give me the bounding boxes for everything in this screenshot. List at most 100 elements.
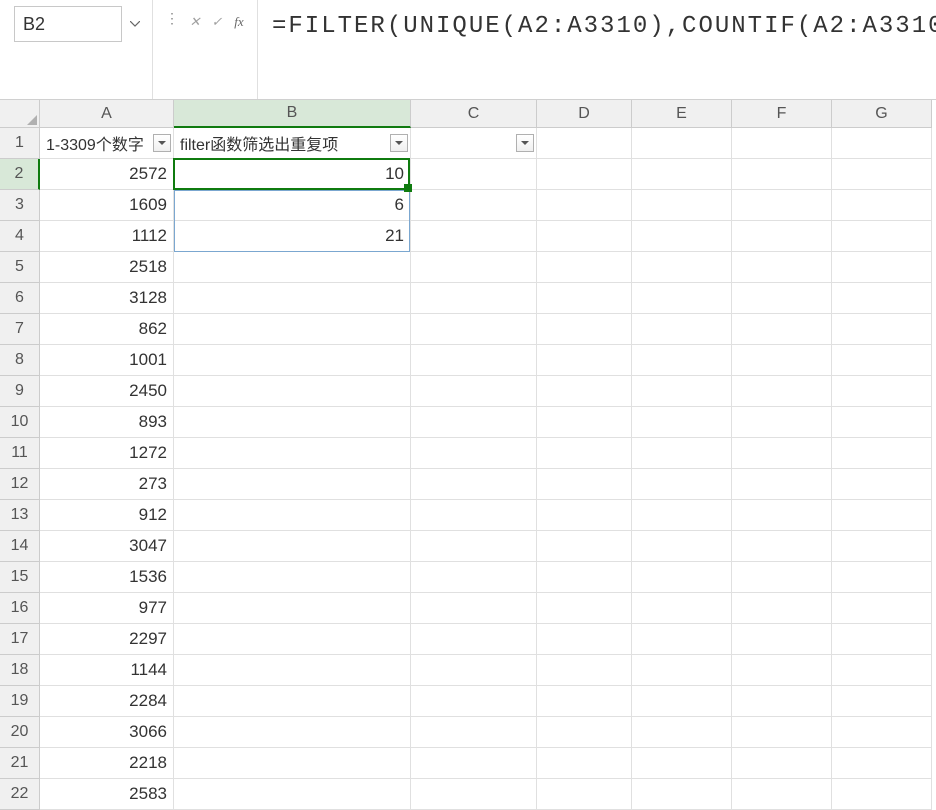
row-header-20[interactable]: 20 xyxy=(0,717,40,748)
cell-A1[interactable]: 1-3309个数字 xyxy=(40,128,174,159)
cell-E21[interactable] xyxy=(632,748,732,779)
cell-C9[interactable] xyxy=(411,376,537,407)
cell-D14[interactable] xyxy=(537,531,632,562)
cell-B12[interactable] xyxy=(174,469,411,500)
cell-B1[interactable]: filter函数筛选出重复项 xyxy=(174,128,411,159)
cell-B13[interactable] xyxy=(174,500,411,531)
cell-A4[interactable]: 1112 xyxy=(40,221,174,252)
cell-E18[interactable] xyxy=(632,655,732,686)
row-header-10[interactable]: 10 xyxy=(0,407,40,438)
col-header-A[interactable]: A xyxy=(40,100,174,128)
cell-C12[interactable] xyxy=(411,469,537,500)
cell-G6[interactable] xyxy=(832,283,932,314)
cell-E10[interactable] xyxy=(632,407,732,438)
cell-C3[interactable] xyxy=(411,190,537,221)
cell-D3[interactable] xyxy=(537,190,632,221)
cell-D13[interactable] xyxy=(537,500,632,531)
cell-D18[interactable] xyxy=(537,655,632,686)
cell-F16[interactable] xyxy=(732,593,832,624)
cell-A22[interactable]: 2583 xyxy=(40,779,174,810)
cell-C15[interactable] xyxy=(411,562,537,593)
cell-G14[interactable] xyxy=(832,531,932,562)
cell-C6[interactable] xyxy=(411,283,537,314)
cell-F3[interactable] xyxy=(732,190,832,221)
row-header-3[interactable]: 3 xyxy=(0,190,40,221)
cell-B11[interactable] xyxy=(174,438,411,469)
col-header-D[interactable]: D xyxy=(537,100,632,128)
cell-G10[interactable] xyxy=(832,407,932,438)
cell-C5[interactable] xyxy=(411,252,537,283)
cell-B2[interactable]: 10 xyxy=(174,159,411,190)
cell-E22[interactable] xyxy=(632,779,732,810)
cell-C20[interactable] xyxy=(411,717,537,748)
cell-E14[interactable] xyxy=(632,531,732,562)
cell-B9[interactable] xyxy=(174,376,411,407)
cell-F10[interactable] xyxy=(732,407,832,438)
cell-E16[interactable] xyxy=(632,593,732,624)
cell-D4[interactable] xyxy=(537,221,632,252)
confirm-formula-button[interactable]: ✓ xyxy=(207,10,227,34)
cell-B3[interactable]: 6 xyxy=(174,190,411,221)
cell-D10[interactable] xyxy=(537,407,632,438)
row-header-14[interactable]: 14 xyxy=(0,531,40,562)
cell-B21[interactable] xyxy=(174,748,411,779)
cell-C8[interactable] xyxy=(411,345,537,376)
cell-G5[interactable] xyxy=(832,252,932,283)
cell-F19[interactable] xyxy=(732,686,832,717)
col-header-B[interactable]: B xyxy=(174,100,411,128)
cell-E1[interactable] xyxy=(632,128,732,159)
cell-F18[interactable] xyxy=(732,655,832,686)
cell-E11[interactable] xyxy=(632,438,732,469)
col-header-G[interactable]: G xyxy=(832,100,932,128)
cell-C21[interactable] xyxy=(411,748,537,779)
cell-G4[interactable] xyxy=(832,221,932,252)
cell-F8[interactable] xyxy=(732,345,832,376)
cell-D12[interactable] xyxy=(537,469,632,500)
row-header-22[interactable]: 22 xyxy=(0,779,40,810)
cell-D22[interactable] xyxy=(537,779,632,810)
filter-button-A[interactable] xyxy=(153,134,171,152)
cell-F11[interactable] xyxy=(732,438,832,469)
row-header-15[interactable]: 15 xyxy=(0,562,40,593)
cell-D20[interactable] xyxy=(537,717,632,748)
cell-G2[interactable] xyxy=(832,159,932,190)
cell-A11[interactable]: 1272 xyxy=(40,438,174,469)
cell-G15[interactable] xyxy=(832,562,932,593)
filter-button-B[interactable] xyxy=(390,134,408,152)
cell-A3[interactable]: 1609 xyxy=(40,190,174,221)
cell-D1[interactable] xyxy=(537,128,632,159)
cell-A2[interactable]: 2572 xyxy=(40,159,174,190)
row-header-4[interactable]: 4 xyxy=(0,221,40,252)
cell-C16[interactable] xyxy=(411,593,537,624)
cell-C18[interactable] xyxy=(411,655,537,686)
cell-G7[interactable] xyxy=(832,314,932,345)
cell-B15[interactable] xyxy=(174,562,411,593)
cell-F4[interactable] xyxy=(732,221,832,252)
cell-C14[interactable] xyxy=(411,531,537,562)
cell-G17[interactable] xyxy=(832,624,932,655)
cell-G20[interactable] xyxy=(832,717,932,748)
cell-E6[interactable] xyxy=(632,283,732,314)
cell-A7[interactable]: 862 xyxy=(40,314,174,345)
col-header-C[interactable]: C xyxy=(411,100,537,128)
name-box[interactable]: B2 xyxy=(14,6,122,42)
cell-A10[interactable]: 893 xyxy=(40,407,174,438)
select-all-corner[interactable] xyxy=(0,100,40,128)
cell-E2[interactable] xyxy=(632,159,732,190)
cell-A14[interactable]: 3047 xyxy=(40,531,174,562)
cell-A21[interactable]: 2218 xyxy=(40,748,174,779)
cell-B16[interactable] xyxy=(174,593,411,624)
cell-C10[interactable] xyxy=(411,407,537,438)
cell-G3[interactable] xyxy=(832,190,932,221)
cell-G21[interactable] xyxy=(832,748,932,779)
cell-G22[interactable] xyxy=(832,779,932,810)
cell-F7[interactable] xyxy=(732,314,832,345)
cell-E19[interactable] xyxy=(632,686,732,717)
cell-B5[interactable] xyxy=(174,252,411,283)
cell-F9[interactable] xyxy=(732,376,832,407)
cell-G16[interactable] xyxy=(832,593,932,624)
row-header-18[interactable]: 18 xyxy=(0,655,40,686)
cell-D7[interactable] xyxy=(537,314,632,345)
row-header-13[interactable]: 13 xyxy=(0,500,40,531)
col-header-E[interactable]: E xyxy=(632,100,732,128)
